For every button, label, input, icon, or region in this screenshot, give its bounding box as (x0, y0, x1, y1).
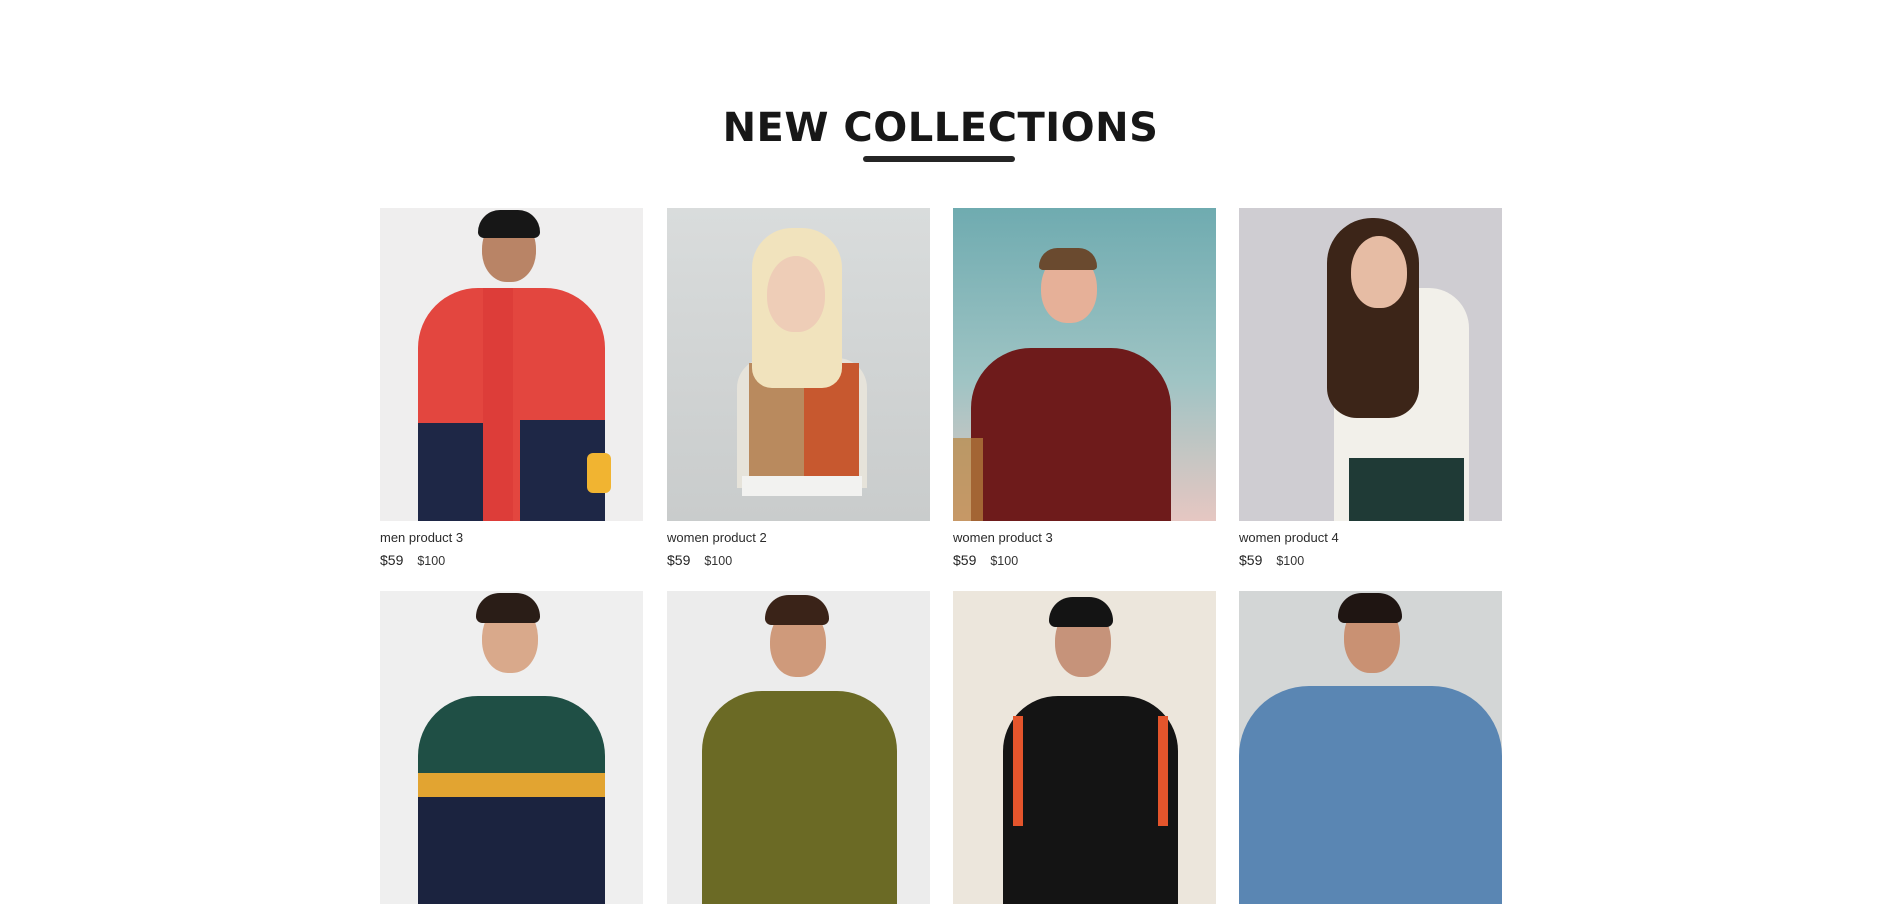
title-wrap: NEW COLLECTIONS (0, 104, 1881, 152)
old-price: $100 (1276, 554, 1305, 568)
section-title: NEW COLLECTIONS (722, 105, 1159, 151)
product-image[interactable] (380, 591, 643, 904)
title-underline (863, 156, 1015, 162)
old-price: $100 (417, 554, 446, 568)
product-card[interactable] (953, 591, 1216, 904)
new-price: $59 (667, 552, 691, 568)
old-price: $100 (990, 554, 1019, 568)
new-price: $59 (953, 552, 977, 568)
new-collections-section: NEW COLLECTIONS men product 3 $59 $100 w… (0, 0, 1881, 904)
product-name[interactable]: women product 2 (667, 530, 930, 546)
old-price: $100 (704, 554, 733, 568)
product-card[interactable] (1239, 591, 1502, 904)
product-prices: $59 $100 (380, 552, 643, 568)
product-prices: $59 $100 (953, 552, 1216, 568)
product-image[interactable] (380, 208, 643, 521)
new-price: $59 (1239, 552, 1263, 568)
product-image[interactable] (1239, 208, 1502, 521)
product-card[interactable]: women product 2 $59 $100 (667, 208, 930, 568)
product-card[interactable]: women product 4 $59 $100 (1239, 208, 1502, 568)
product-image[interactable] (953, 208, 1216, 521)
product-card[interactable]: men product 3 $59 $100 (380, 208, 643, 568)
product-card[interactable]: women product 3 $59 $100 (953, 208, 1216, 568)
product-image[interactable] (1239, 591, 1502, 904)
product-card[interactable] (380, 591, 643, 904)
product-prices: $59 $100 (1239, 552, 1502, 568)
product-image[interactable] (667, 208, 930, 521)
product-name[interactable]: women product 3 (953, 530, 1216, 546)
product-image[interactable] (953, 591, 1216, 904)
product-name[interactable]: women product 4 (1239, 530, 1502, 546)
product-image[interactable] (667, 591, 930, 904)
new-price: $59 (380, 552, 404, 568)
product-card[interactable] (667, 591, 930, 904)
product-prices: $59 $100 (667, 552, 930, 568)
product-name[interactable]: men product 3 (380, 530, 643, 546)
